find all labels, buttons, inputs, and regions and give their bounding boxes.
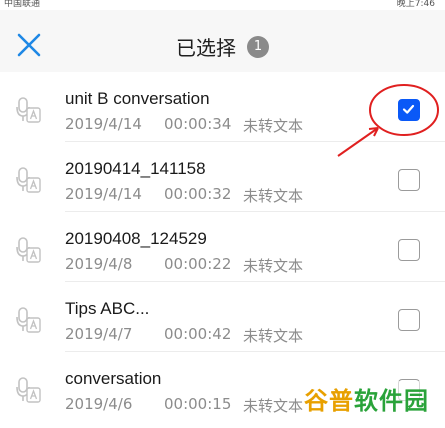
header-title-group: 已选择 1 <box>0 32 445 61</box>
recording-date: 2019/4/14 <box>65 115 142 133</box>
transcription-status: 未转文本 <box>243 257 304 275</box>
page-title: 已选择 <box>175 36 236 60</box>
select-checkbox[interactable] <box>398 169 420 191</box>
carrier-label: 中国联通 <box>4 0 41 9</box>
recording-date: 2019/4/6 <box>65 395 133 413</box>
transcription-status: 未转文本 <box>243 397 304 415</box>
list-item[interactable]: 20190414_141158 2019/4/14 00:00:32 未转文本 <box>0 142 445 212</box>
watermark-logo: 谷普软件园 <box>304 381 438 421</box>
voice-text-icon <box>16 236 42 264</box>
selected-count-badge: 1 <box>247 35 270 58</box>
list-item[interactable]: Tips ABC... 2019/4/7 00:00:42 未转文本 <box>0 282 445 352</box>
watermark-text-2: 软件园 <box>354 387 429 415</box>
voice-text-icon <box>16 166 42 194</box>
transcription-status: 未转文本 <box>243 327 304 345</box>
select-checkbox[interactable] <box>398 309 420 331</box>
recording-list: unit B conversation 2019/4/14 00:00:34 未转文本… <box>0 72 445 422</box>
voice-text-icon <box>16 376 42 404</box>
status-bar: 中国联通 晚上7:46 <box>0 0 445 10</box>
watermark-text-1: 谷普 <box>304 387 354 415</box>
transcription-status: 未转文本 <box>243 187 304 205</box>
select-checkbox[interactable] <box>398 99 420 121</box>
recording-date: 2019/4/8 <box>65 255 133 273</box>
recording-duration: 00:00:34 <box>164 115 232 133</box>
voice-text-icon <box>16 96 42 124</box>
recording-duration: 00:00:32 <box>164 185 232 203</box>
top-bar: 已选择 1 <box>0 10 445 72</box>
transcription-status: 未转文本 <box>243 117 304 135</box>
select-checkbox[interactable] <box>398 239 420 261</box>
recording-date: 2019/4/7 <box>65 325 133 343</box>
recording-duration: 00:00:15 <box>164 395 232 413</box>
list-item[interactable]: 20190408_124529 2019/4/8 00:00:22 未转文本 <box>0 212 445 282</box>
recording-name: 20190408_124529 <box>65 229 207 248</box>
voice-text-icon <box>16 306 42 334</box>
recording-name: Tips ABC... <box>65 299 150 318</box>
recording-name: conversation <box>65 369 162 388</box>
recording-name: 20190414_141158 <box>65 159 206 178</box>
recording-date: 2019/4/14 <box>65 185 142 203</box>
recording-duration: 00:00:42 <box>164 325 232 343</box>
recording-name: unit B conversation <box>65 89 210 108</box>
status-time: 晚上7:46 <box>396 0 435 9</box>
list-item[interactable]: unit B conversation 2019/4/14 00:00:34 未转文本 <box>0 72 445 142</box>
recording-duration: 00:00:22 <box>164 255 232 273</box>
